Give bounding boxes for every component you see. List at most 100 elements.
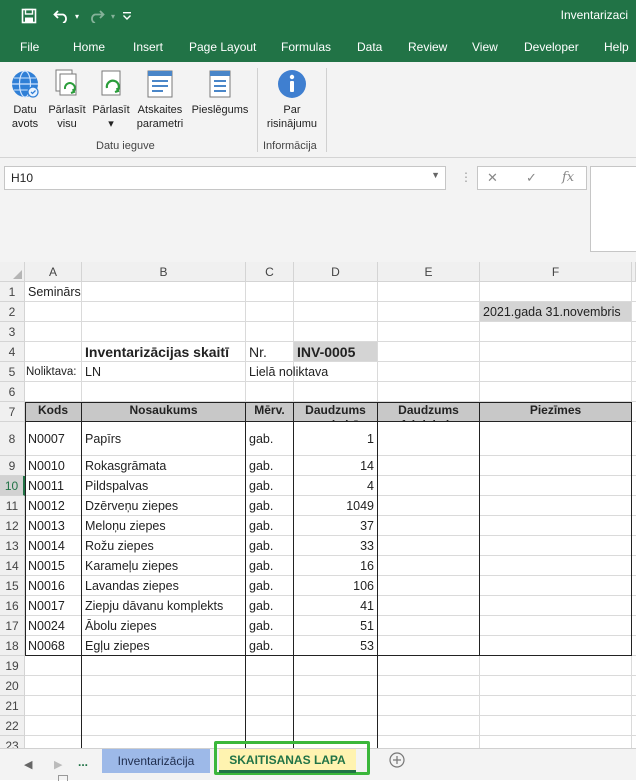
column-header-c[interactable]: C <box>246 262 294 282</box>
cell-d4-inv[interactable]: INV-0005 <box>294 342 377 361</box>
redo-dropdown-icon[interactable]: ▾ <box>108 6 118 26</box>
cell-daudzums[interactable]: 1049 <box>294 496 377 515</box>
column-header-d[interactable]: D <box>294 262 378 282</box>
tab-view[interactable]: View <box>472 40 498 54</box>
parlasit-visu-button[interactable]: Pārlasīt visu <box>46 68 88 131</box>
name-box[interactable]: H10 ▼ <box>4 166 446 190</box>
row-header-8[interactable]: 8 <box>0 422 25 456</box>
tab-review[interactable]: Review <box>408 40 447 54</box>
cell-merv[interactable]: gab. <box>246 536 293 555</box>
tab-home[interactable]: Home <box>73 40 105 54</box>
chevron-down-icon[interactable] <box>120 6 134 26</box>
cell-daudzums[interactable]: 33 <box>294 536 377 555</box>
row-header-11[interactable]: 11 <box>0 496 25 516</box>
row-header-10[interactable]: 10 <box>0 476 25 496</box>
row-header-7[interactable]: 7 <box>0 402 25 422</box>
cell-merv[interactable]: gab. <box>246 422 293 455</box>
column-header-b[interactable]: B <box>82 262 246 282</box>
cell-nosaukums[interactable]: Dzērveņu ziepes <box>82 496 245 515</box>
undo-dropdown-icon[interactable]: ▾ <box>72 6 82 26</box>
formula-grip-icon[interactable]: ⋮ <box>460 170 472 184</box>
datu-avots-button[interactable]: Datu avots <box>6 68 44 131</box>
row-header-12[interactable]: 12 <box>0 516 25 536</box>
tab-developer[interactable]: Developer <box>524 40 579 54</box>
cell-merv[interactable]: gab. <box>246 616 293 635</box>
plus-circle-icon[interactable] <box>389 752 405 771</box>
row-header-1[interactable]: 1 <box>0 282 25 302</box>
cell-nosaukums[interactable]: Rokasgrāmata <box>82 456 245 475</box>
cell-kods[interactable]: N0015 <box>25 556 81 575</box>
cell-header-piezimes[interactable]: Piezīmes <box>480 402 631 421</box>
cell-header-daudzums-faktiskais[interactable]: Daudzums faktiskais <box>378 402 479 421</box>
cell-nosaukums[interactable]: Meloņu ziepes <box>82 516 245 535</box>
row-header-21[interactable]: 21 <box>0 696 25 716</box>
cell-a1[interactable]: Seminārs <box>25 282 245 301</box>
cell-nosaukums[interactable]: Egļu ziepes <box>82 636 245 655</box>
cell-daudzums[interactable]: 53 <box>294 636 377 655</box>
cell-kods[interactable]: N0024 <box>25 616 81 635</box>
column-header-f[interactable]: F <box>480 262 632 282</box>
sheet-next-icon[interactable]: ▶ <box>54 758 62 771</box>
cell-daudzums[interactable]: 1 <box>294 422 377 455</box>
row-header-22[interactable]: 22 <box>0 716 25 736</box>
cell-header-kods[interactable]: Kods <box>25 402 81 421</box>
tab-insert[interactable]: Insert <box>133 40 163 54</box>
column-header-e[interactable]: E <box>378 262 480 282</box>
cell-nosaukums[interactable]: Pildspalvas <box>82 476 245 495</box>
row-header-5[interactable]: 5 <box>0 362 25 382</box>
cell-nosaukums[interactable]: Papīrs <box>82 422 245 455</box>
redo-icon[interactable] <box>86 6 108 26</box>
row-header-3[interactable]: 3 <box>0 322 25 342</box>
cell-nosaukums[interactable]: Karameļu ziepes <box>82 556 245 575</box>
row-header-2[interactable]: 2 <box>0 302 25 322</box>
cell-daudzums[interactable]: 41 <box>294 596 377 615</box>
tab-help[interactable]: Help <box>604 40 629 54</box>
row-header-4[interactable]: 4 <box>0 342 25 362</box>
parlasit-button[interactable]: Pārlasīt ▾ <box>90 68 132 131</box>
cell-merv[interactable]: gab. <box>246 516 293 535</box>
cell-kods[interactable]: N0013 <box>25 516 81 535</box>
par-risinajumu-button[interactable]: Par risinājumu <box>262 68 322 131</box>
cell-daudzums[interactable]: 16 <box>294 556 377 575</box>
tab-file[interactable]: File <box>20 40 39 54</box>
row-header-19[interactable]: 19 <box>0 656 25 676</box>
cancel-icon[interactable]: ✕ <box>487 170 498 186</box>
cell-kods[interactable]: N0012 <box>25 496 81 515</box>
cell-daudzums[interactable]: 51 <box>294 616 377 635</box>
tab-formulas[interactable]: Formulas <box>281 40 331 54</box>
cell-merv[interactable]: gab. <box>246 476 293 495</box>
cell-nosaukums[interactable]: Ābolu ziepes <box>82 616 245 635</box>
row-header-9[interactable]: 9 <box>0 456 25 476</box>
cell-merv[interactable]: gab. <box>246 556 293 575</box>
cell-daudzums[interactable]: 106 <box>294 576 377 595</box>
cell-kods[interactable]: N0014 <box>25 536 81 555</box>
cell-a5-warehouse-label[interactable]: Noliktava: <box>25 362 81 381</box>
pieslegums-button[interactable]: Pieslēgums <box>188 68 252 117</box>
cell-nosaukums[interactable]: Lavandas ziepes <box>82 576 245 595</box>
row-header-16[interactable]: 16 <box>0 596 25 616</box>
cell-kods[interactable]: N0016 <box>25 576 81 595</box>
cell-kods[interactable]: N0011 <box>25 476 81 495</box>
sheet-more-button[interactable]: ... <box>78 755 88 769</box>
cell-merv[interactable]: gab. <box>246 576 293 595</box>
cell-kods[interactable]: N0017 <box>25 596 81 615</box>
enter-icon[interactable]: ✓ <box>526 170 537 186</box>
sheet-prev-icon[interactable]: ◀ <box>24 758 32 771</box>
tab-data[interactable]: Data <box>357 40 382 54</box>
function-icon[interactable]: fx <box>562 170 574 185</box>
row-header-18[interactable]: 18 <box>0 636 25 656</box>
cell-b4-title[interactable]: Inventarizācijas skaitī <box>82 342 245 361</box>
column-header-g[interactable] <box>632 262 636 282</box>
spreadsheet-grid[interactable]: A B C D E F 1 2 3 4 5 6 7 8 9 10 11 12 13 14 15 16 17 18 19 20 21 2… <box>0 262 636 748</box>
chevron-down-icon[interactable]: ▼ <box>431 170 440 180</box>
cell-header-nosaukums[interactable]: Nosaukums <box>82 402 245 421</box>
save-icon[interactable] <box>16 6 42 26</box>
cell-kods[interactable]: N0010 <box>25 456 81 475</box>
formula-input[interactable] <box>590 166 636 252</box>
cell-daudzums[interactable]: 14 <box>294 456 377 475</box>
row-header-6[interactable]: 6 <box>0 382 25 402</box>
row-header-17[interactable]: 17 <box>0 616 25 636</box>
cell-header-daudzums-uzskaite[interactable]: Daudzums uzskaitē <box>294 402 377 421</box>
undo-icon[interactable] <box>50 6 72 26</box>
sheet-tab-skaitisanas-lapa[interactable]: SKAITISANAS LAPA <box>219 749 356 773</box>
